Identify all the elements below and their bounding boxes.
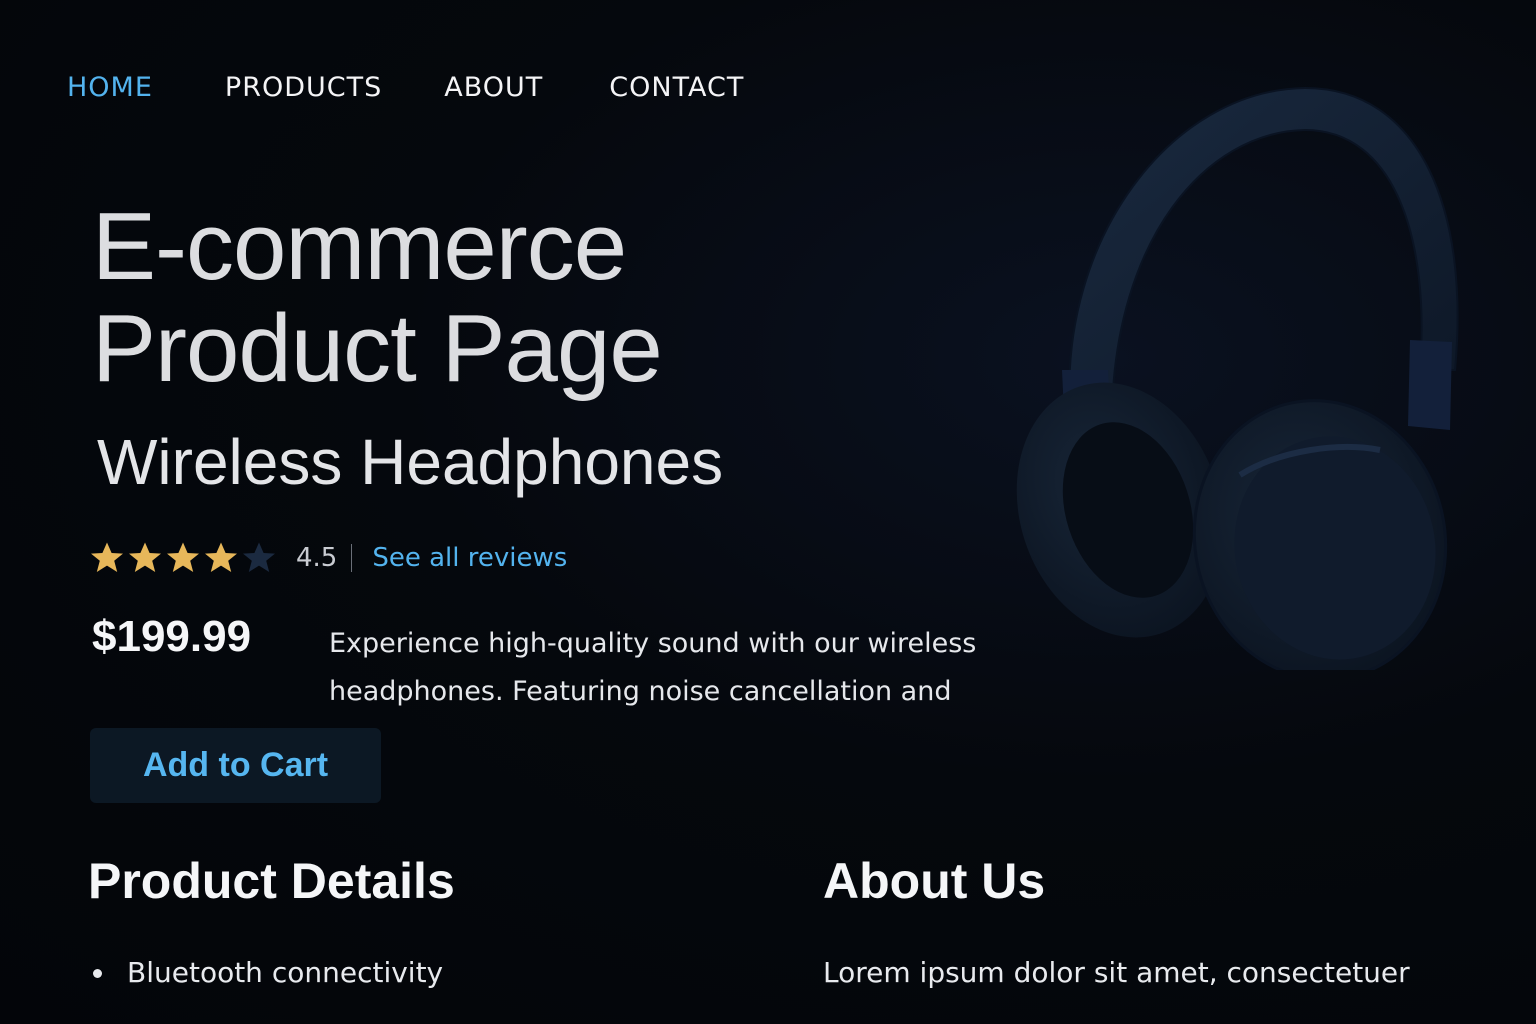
product-name: Wireless Headphones	[97, 426, 724, 498]
page-title-line1: E-commerce	[92, 193, 627, 300]
page-title: E-commerce Product Page	[92, 193, 663, 402]
about-us-text: Lorem ipsum dolor sit amet, consectetuer	[823, 956, 1410, 989]
see-all-reviews-link[interactable]: See all reviews	[372, 543, 567, 573]
product-rating: 4.5 See all reviews	[90, 536, 567, 580]
rating-stars	[90, 541, 280, 575]
main-nav: HOME PRODUCTS ABOUT CONTACT	[67, 72, 744, 103]
product-price: $199.99	[92, 612, 252, 661]
headphones-icon	[1016, 86, 1459, 670]
nav-home[interactable]: HOME	[67, 72, 153, 103]
nav-about[interactable]: ABOUT	[444, 72, 543, 103]
about-us-title: About Us	[823, 853, 1046, 909]
product-page: HOME PRODUCTS ABOUT CONTACT E-commerce P…	[0, 0, 1536, 1024]
star-filled-icon	[129, 542, 161, 572]
star-filled-icon	[167, 542, 199, 572]
product-detail-item: Bluetooth connectivity	[90, 948, 443, 998]
product-details-title: Product Details	[88, 853, 455, 909]
star-filled-icon	[205, 542, 237, 572]
page-title-line2: Product Page	[92, 295, 663, 402]
nav-products[interactable]: PRODUCTS	[225, 72, 382, 103]
star-filled-icon	[91, 542, 123, 572]
product-description: Experience high-quality sound with our w…	[329, 628, 977, 707]
rating-value: 4.5	[296, 543, 338, 573]
nav-contact[interactable]: CONTACT	[609, 72, 744, 103]
product-details-list: Bluetooth connectivity	[90, 948, 443, 998]
rating-divider	[351, 544, 353, 572]
add-to-cart-button[interactable]: Add to Cart	[90, 728, 381, 803]
star-empty-icon	[243, 542, 275, 572]
